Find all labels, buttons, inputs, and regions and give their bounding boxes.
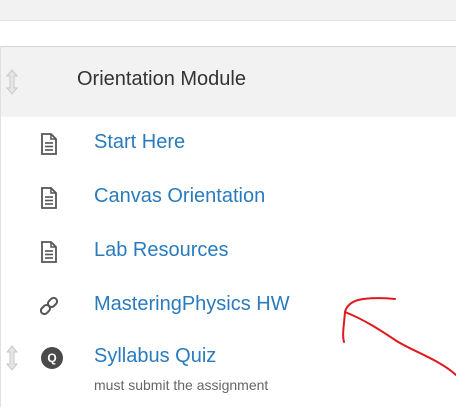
module-title: Orientation Module: [77, 68, 246, 90]
module-item-start-here[interactable]: Start Here: [1, 117, 456, 172]
module-item-masteringphysics-hw[interactable]: MasteringPhysics HW: [1, 279, 456, 334]
module-header: Orientation Module: [1, 46, 456, 119]
module-orientation: Orientation Module Start Here Canvas Ori…: [0, 46, 456, 407]
item-link-syllabus-quiz[interactable]: Syllabus Quiz: [94, 345, 216, 368]
document-icon: [41, 187, 57, 209]
item-link-lab-resources[interactable]: Lab Resources: [94, 239, 229, 262]
quiz-icon: Q: [41, 347, 63, 369]
module-item-canvas-orientation[interactable]: Canvas Orientation: [1, 171, 456, 226]
item-link-masteringphysics-hw[interactable]: MasteringPhysics HW: [94, 293, 290, 316]
drag-handle-icon[interactable]: [5, 69, 19, 95]
item-requirement: must submit the assignment: [94, 377, 269, 393]
document-icon: [41, 241, 57, 263]
link-icon: [39, 296, 59, 316]
item-link-start-here[interactable]: Start Here: [94, 131, 185, 154]
module-item-lab-resources[interactable]: Lab Resources: [1, 225, 456, 280]
drag-handle-icon[interactable]: [5, 345, 19, 371]
item-link-canvas-orientation[interactable]: Canvas Orientation: [94, 185, 265, 208]
document-icon: [41, 133, 57, 155]
top-strip: [0, 0, 456, 21]
module-item-syllabus-quiz[interactable]: Q Syllabus Quiz must submit the assignme…: [1, 333, 456, 407]
